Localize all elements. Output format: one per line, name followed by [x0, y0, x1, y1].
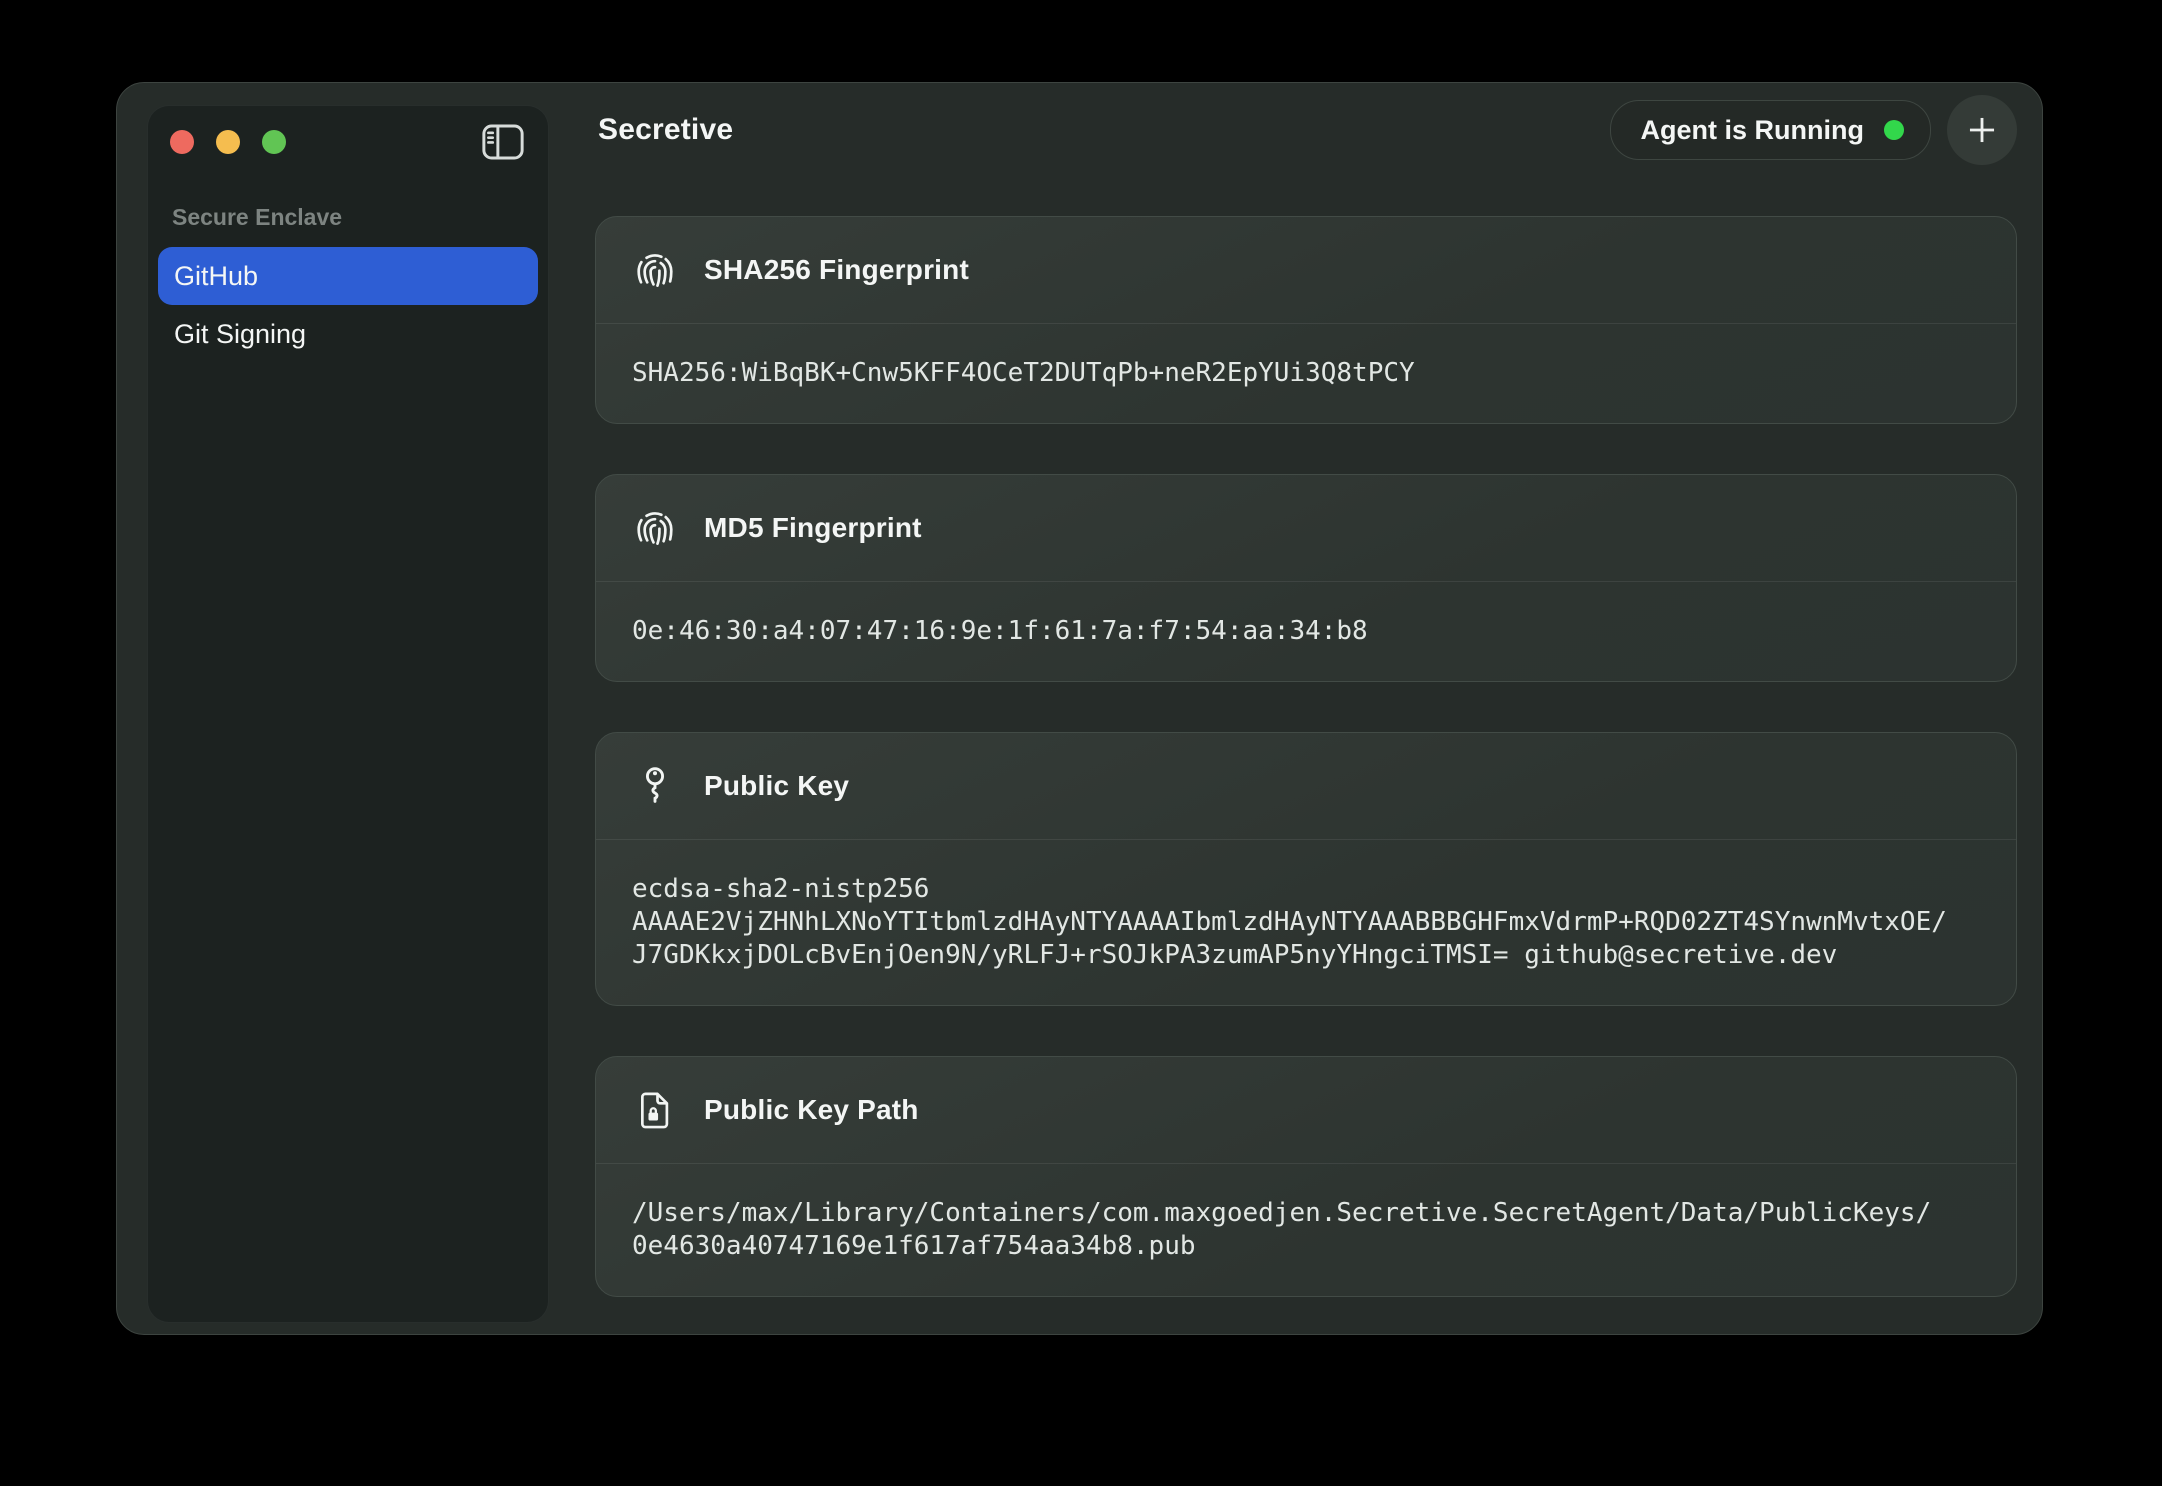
close-button[interactable]: [170, 130, 194, 154]
agent-status-label: Agent is Running: [1641, 115, 1864, 146]
detail-card: MD5 Fingerprint 0e:46:30:a4:07:47:16:9e:…: [595, 474, 2017, 682]
card-header: Public Key Path: [596, 1057, 2016, 1163]
secretive-window: Secure Enclave GitHub Git Signing Secreti…: [116, 82, 2043, 1335]
fingerprint-icon: [632, 247, 678, 293]
key-detail-cards: SHA256 Fingerprint SHA256:WiBqBK+Cnw5KFF…: [595, 216, 2017, 1297]
detail-card: SHA256 Fingerprint SHA256:WiBqBK+Cnw5KFF…: [595, 216, 2017, 424]
sidebar-toggle-button[interactable]: [482, 124, 524, 160]
main-header: Secretive Agent is Running: [549, 83, 2017, 177]
card-value: 0e:46:30:a4:07:47:16:9e:1f:61:7a:f7:54:a…: [596, 581, 2016, 681]
card-title: Public Key Path: [704, 1094, 919, 1126]
card-value: ecdsa-sha2-nistp256 AAAAE2VjZHNhLXNoYTIt…: [596, 839, 2016, 1005]
sidebar-item-github[interactable]: GitHub: [158, 247, 538, 305]
key-icon: [632, 763, 678, 809]
fingerprint-icon: [632, 505, 678, 551]
main-content: Secretive Agent is Running: [549, 83, 2017, 1334]
plus-icon: [1965, 113, 1999, 147]
card-header: SHA256 Fingerprint: [596, 217, 2016, 323]
sidebar: Secure Enclave GitHub Git Signing: [147, 105, 549, 1323]
sidebar-item-label: GitHub: [174, 261, 258, 292]
titlebar: [148, 106, 548, 160]
sidebar-item-label: Git Signing: [174, 319, 306, 350]
card-header: Public Key: [596, 733, 2016, 839]
window-title: Secretive: [598, 113, 733, 147]
sidebar-section-header: Secure Enclave: [172, 204, 548, 231]
add-key-button[interactable]: [1947, 95, 2017, 165]
sidebar-item-git-signing[interactable]: Git Signing: [158, 305, 538, 363]
card-header: MD5 Fingerprint: [596, 475, 2016, 581]
doc-lock-icon: [632, 1087, 678, 1133]
card-title: SHA256 Fingerprint: [704, 254, 969, 286]
card-value: SHA256:WiBqBK+Cnw5KFF4OCeT2DUTqPb+neR2Ep…: [596, 323, 2016, 423]
minimize-button[interactable]: [216, 130, 240, 154]
sidebar-left-icon: [482, 124, 524, 160]
detail-card: Public Key ecdsa-sha2-nistp256 AAAAE2VjZ…: [595, 732, 2017, 1006]
card-title: Public Key: [704, 770, 849, 802]
card-value: /Users/max/Library/Containers/com.maxgoe…: [596, 1163, 2016, 1296]
status-green-dot: [1884, 120, 1904, 140]
card-title: MD5 Fingerprint: [704, 512, 922, 544]
detail-card: Public Key Path /Users/max/Library/Conta…: [595, 1056, 2017, 1297]
agent-status-pill[interactable]: Agent is Running: [1610, 100, 1931, 160]
sidebar-list: GitHub Git Signing: [148, 247, 548, 363]
zoom-button[interactable]: [262, 130, 286, 154]
